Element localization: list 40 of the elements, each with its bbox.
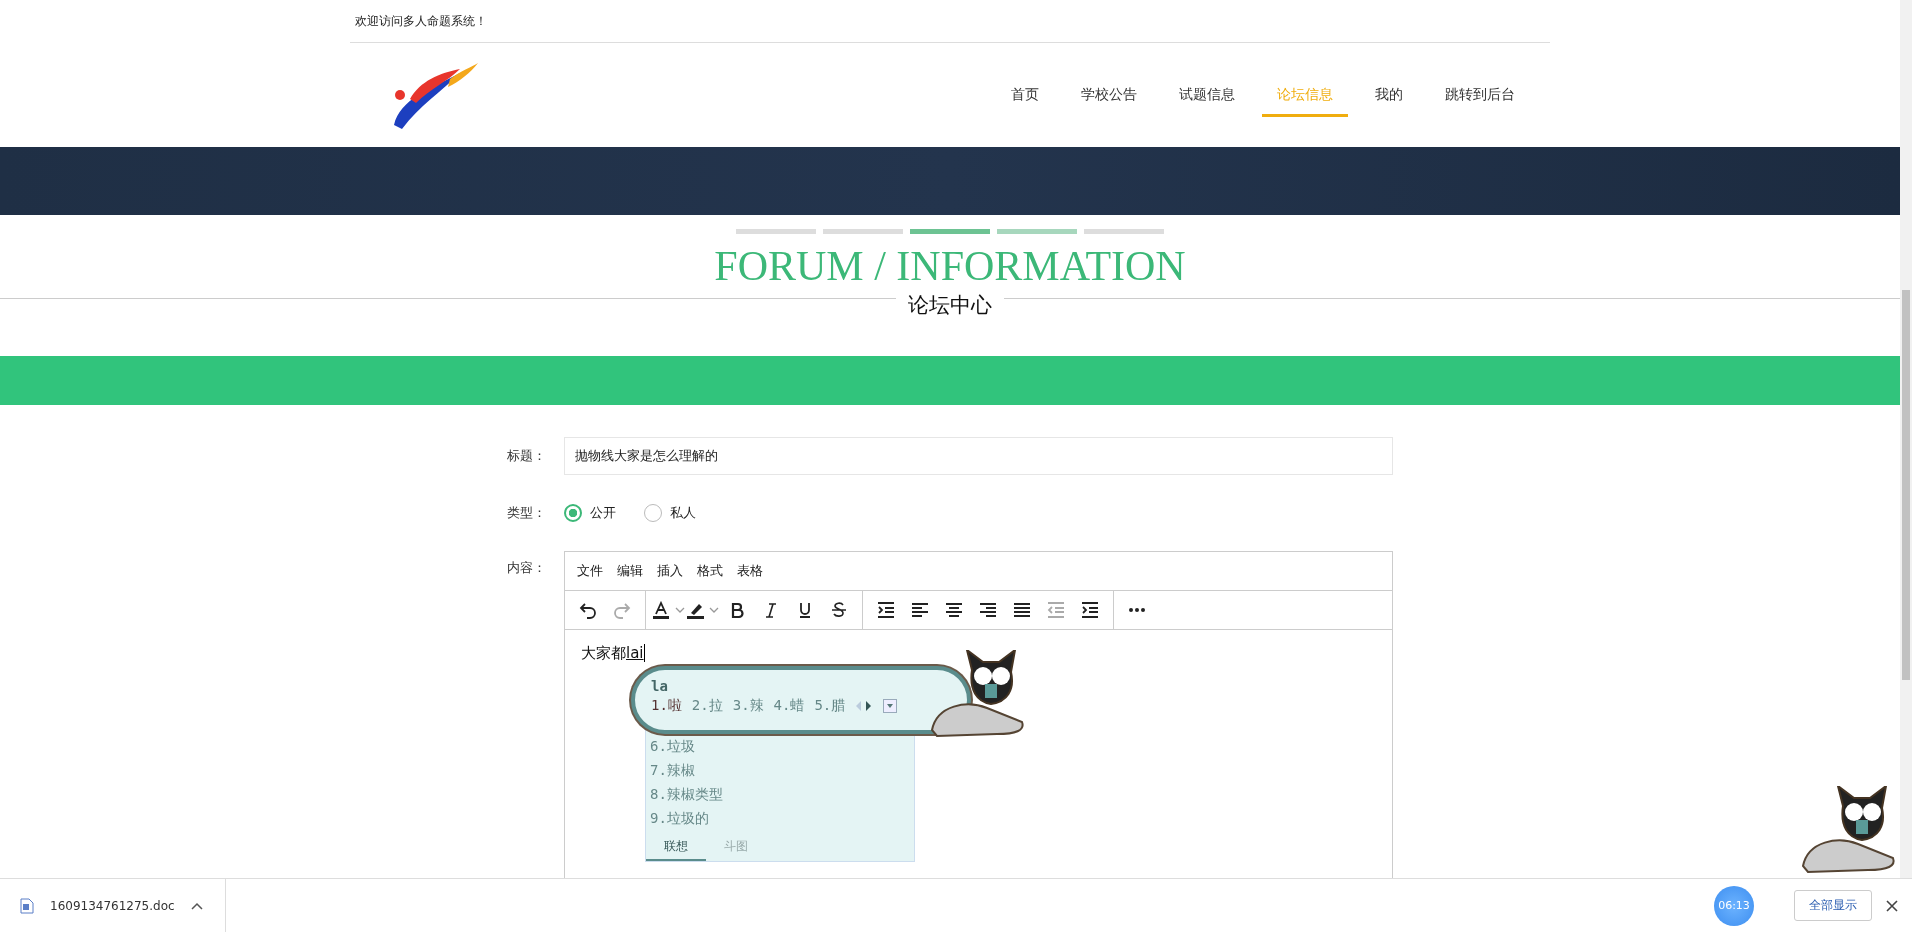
nav-link[interactable]: 首页 [996,73,1054,117]
page-arrows-icon[interactable] [855,700,874,712]
radio-label[interactable]: 私人 [670,504,696,522]
ime-candidate[interactable]: 7.辣椒 [646,758,914,782]
ime-input-text: la [651,678,669,694]
close-icon[interactable] [1886,899,1898,912]
title-input[interactable]: 抛物线大家是怎么理解的 [564,437,1393,475]
scrollbar[interactable] [1900,0,1912,878]
ime-candidate[interactable]: 2.拉 [691,697,723,715]
nav-link[interactable]: 学校公告 [1066,73,1152,117]
field-label: 内容： [507,559,547,577]
chevron-up-icon[interactable] [190,901,203,910]
field-label: 标题： [507,447,547,465]
document-icon [20,897,34,914]
radio-button[interactable] [564,504,582,522]
radio-label[interactable]: 公开 [590,504,616,522]
ime-candidate[interactable]: 3.辣 [732,697,764,715]
menu-item[interactable]: 表格 [737,562,763,580]
editor-text: 大家都 [581,644,626,662]
ime-candidate[interactable]: 8.辣椒类型 [646,782,914,806]
ime-tab[interactable]: 联想 [646,834,706,861]
ime-candidate[interactable]: 1.啦 [651,697,682,715]
menu-item[interactable]: 编辑 [617,562,643,580]
welcome-text: 欢迎访问多人命题系统！ [355,12,487,30]
download-file-name[interactable]: 1609134761275.doc [50,898,175,913]
nav-link[interactable]: 我的 [1360,73,1418,117]
expand-icon[interactable] [883,699,898,713]
menu-item[interactable]: 文件 [577,562,603,580]
composition-text: lai [626,644,645,662]
ime-candidate[interactable]: 9.垃圾的 [646,806,914,830]
menu-item[interactable]: 插入 [657,562,683,580]
scrollbar-thumb[interactable] [1902,290,1910,680]
nav-link[interactable]: 跳转到后台 [1430,73,1530,117]
section-title: FORUM / INFORMATION [714,242,1186,290]
menu-item[interactable]: 格式 [697,562,723,580]
field-label: 类型： [507,504,547,522]
ime-candidate[interactable]: 6.垃圾 [646,734,914,758]
nav-link[interactable]: 试题信息 [1164,73,1250,117]
ime-candidate[interactable]: 4.蜡 [773,697,805,715]
show-all-button[interactable]: 全部显示 [1794,890,1872,921]
